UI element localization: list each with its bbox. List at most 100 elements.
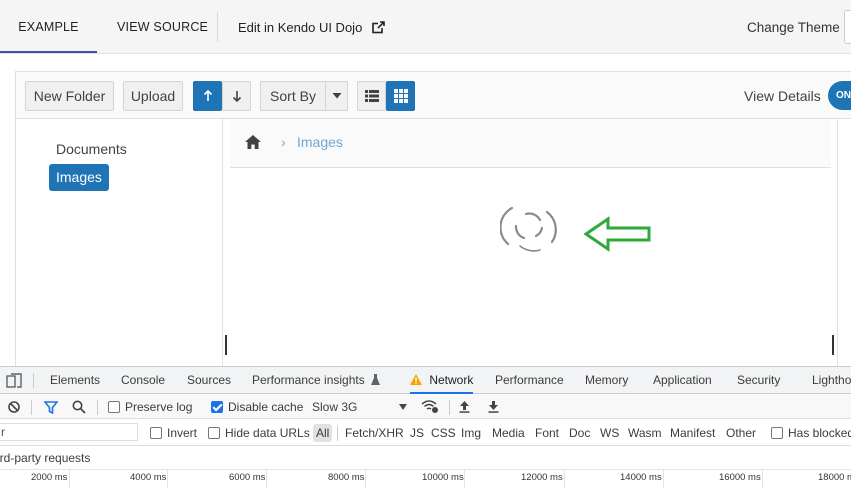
clear-icon[interactable]	[8, 401, 20, 413]
splitter-handle-left[interactable]	[225, 335, 227, 355]
view-details-label: View Details	[744, 88, 821, 104]
throttling-select[interactable]: Slow 3G	[312, 395, 357, 419]
timeline-tick: 18000 ms	[818, 472, 851, 483]
tick-line	[266, 470, 267, 488]
filter-type-js[interactable]: JS	[410, 420, 424, 446]
hide-data-urls-checkbox[interactable]: Hide data URLs	[208, 420, 310, 446]
tab-label: Performance insights	[252, 373, 365, 387]
import-har-icon[interactable]	[459, 400, 470, 413]
tab-performance[interactable]: Performance	[495, 367, 564, 394]
sort-ascending-button[interactable]	[193, 81, 222, 111]
home-icon[interactable]	[245, 135, 261, 149]
arrow-down-icon	[232, 91, 241, 102]
network-conditions-icon[interactable]	[421, 399, 439, 414]
filter-type-fetch-xhr[interactable]: Fetch/XHR	[345, 420, 404, 446]
warning-icon	[410, 374, 422, 385]
dojo-link-label: Edit in Kendo UI Dojo	[238, 20, 363, 35]
checkbox-checked	[211, 401, 223, 413]
theme-select[interactable]	[844, 10, 851, 44]
flask-icon	[371, 374, 381, 385]
caret-down-icon[interactable]	[399, 404, 407, 410]
divider	[31, 400, 32, 415]
arrow-up-icon	[203, 90, 212, 101]
filter-type-ws[interactable]: WS	[600, 420, 619, 446]
new-folder-button[interactable]: New Folder	[25, 81, 114, 111]
filter-type-label: All	[313, 424, 333, 442]
timeline-tick: 2000 ms	[31, 472, 68, 483]
filter-icon[interactable]	[44, 401, 58, 414]
filter-type-font[interactable]: Font	[535, 420, 559, 446]
file-manager: New Folder Upload Sort By View Details O…	[15, 71, 851, 372]
network-toolbar: Preserve log Disable cache Slow 3G	[0, 395, 851, 419]
tree-item-documents[interactable]: Documents	[49, 136, 134, 163]
checkbox-unchecked	[150, 427, 162, 439]
filter-type-css[interactable]: CSS	[431, 420, 456, 446]
filter-type-doc[interactable]: Doc	[569, 420, 590, 446]
splitter-handle-right[interactable]	[832, 335, 834, 355]
tab-label: Network	[429, 373, 474, 387]
tick-line	[69, 470, 70, 488]
caret-down-icon	[332, 93, 341, 99]
filter-type-wasm[interactable]: Wasm	[628, 420, 662, 446]
sort-by-button[interactable]: Sort By	[260, 81, 326, 111]
preserve-log-label: Preserve log	[125, 400, 193, 414]
change-theme-label: Change Theme	[747, 20, 840, 35]
annotation-arrow-icon	[584, 216, 651, 252]
upload-button[interactable]: Upload	[123, 81, 183, 111]
tick-line	[663, 470, 664, 488]
filter-type-img[interactable]: Img	[461, 420, 481, 446]
filter-type-other[interactable]: Other	[726, 420, 756, 446]
search-icon[interactable]	[72, 400, 86, 414]
breadcrumb-images[interactable]: Images	[297, 134, 343, 150]
network-timeline: 2000 ms 4000 ms 6000 ms 8000 ms 10000 ms…	[0, 469, 851, 488]
disable-cache-label: Disable cache	[228, 400, 304, 414]
tab-sources[interactable]: Sources	[187, 367, 231, 394]
tab-elements[interactable]: Elements	[50, 367, 100, 394]
divider	[337, 426, 338, 441]
invert-label: Invert	[167, 426, 198, 440]
filter-type-manifest[interactable]: Manifest	[670, 420, 715, 446]
timeline-tick: 10000 ms	[422, 472, 464, 483]
export-har-icon[interactable]	[488, 400, 499, 413]
filter-input[interactable]: r	[0, 423, 138, 441]
edit-in-dojo-link[interactable]: Edit in Kendo UI Dojo	[238, 0, 385, 53]
hide-data-urls-label: Hide data URLs	[225, 426, 310, 440]
tab-network[interactable]: Network	[410, 367, 474, 394]
timeline-tick: 4000 ms	[130, 472, 167, 483]
tab-performance-insights[interactable]: Performance insights	[252, 367, 381, 394]
device-toolbar-icon[interactable]	[6, 373, 22, 388]
throttling-value: Slow 3G	[312, 400, 358, 414]
grid-view-button[interactable]	[386, 81, 415, 111]
file-manager-toolbar: New Folder Upload Sort By View Details O…	[16, 72, 851, 119]
tab-security[interactable]: Security	[737, 367, 780, 394]
invert-checkbox[interactable]: Invert	[150, 420, 197, 446]
divider	[449, 400, 450, 415]
tab-view-source[interactable]: VIEW SOURCE	[117, 0, 208, 53]
preserve-log-checkbox[interactable]: Preserve log	[108, 395, 192, 419]
tree-item-images[interactable]: Images	[49, 164, 109, 191]
view-details-switch[interactable]: ON	[828, 81, 851, 110]
third-party-requests-label: 3rd-party requests	[0, 451, 91, 465]
tab-example[interactable]: EXAMPLE	[0, 0, 97, 53]
folder-tree: Documents Images	[16, 119, 223, 372]
filter-type-media[interactable]: Media	[492, 420, 525, 446]
checkbox-unchecked	[108, 401, 120, 413]
breadcrumb: › Images	[230, 119, 831, 168]
tab-lighthouse[interactable]: Lighthouse	[812, 367, 851, 394]
timeline-tick: 6000 ms	[229, 472, 266, 483]
sort-descending-button[interactable]	[222, 81, 251, 111]
checkbox-unchecked	[771, 427, 783, 439]
disable-cache-checkbox[interactable]: Disable cache	[211, 395, 303, 419]
tick-line	[762, 470, 763, 488]
checkbox-unchecked	[208, 427, 220, 439]
has-blocked-checkbox[interactable]: Has blocked	[771, 420, 851, 446]
tab-memory[interactable]: Memory	[585, 367, 628, 394]
sort-by-dropdown[interactable]	[325, 81, 348, 111]
grid-icon	[393, 89, 408, 103]
tab-console[interactable]: Console	[121, 367, 165, 394]
timeline-tick: 16000 ms	[719, 472, 761, 483]
list-view-button[interactable]	[357, 81, 386, 111]
tab-application[interactable]: Application	[653, 367, 712, 394]
filter-type-all[interactable]: All	[313, 420, 333, 446]
divider	[217, 12, 218, 42]
